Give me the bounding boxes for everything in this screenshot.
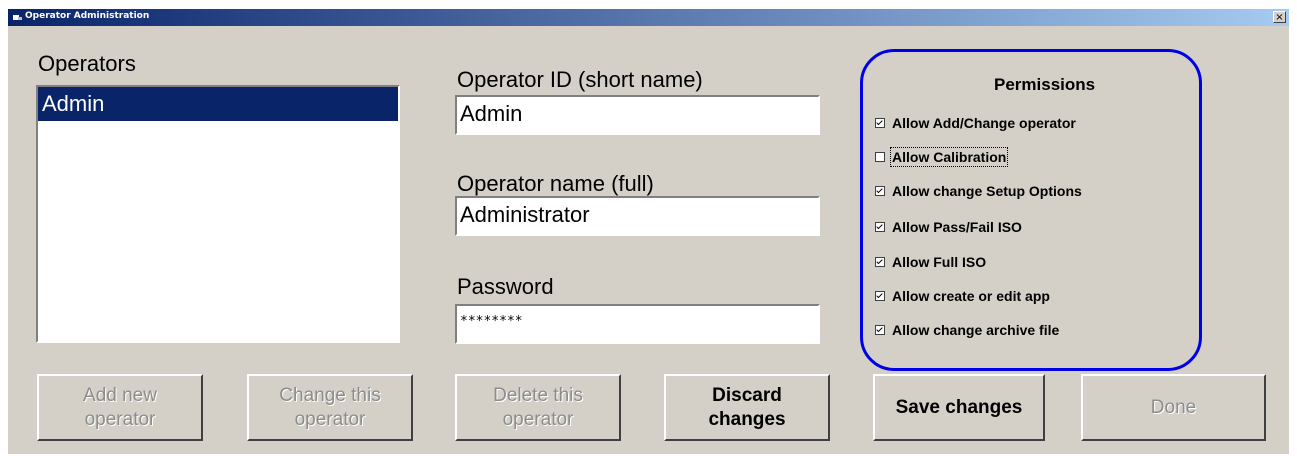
button-label-line2: changes	[708, 408, 786, 430]
operator-id-label: Operator ID (short name)	[457, 67, 703, 92]
checkbox[interactable]	[875, 118, 885, 128]
permission-label: Allow Pass/Fail ISO	[892, 219, 1022, 235]
app-icon	[13, 15, 22, 20]
checkbox[interactable]	[875, 186, 885, 196]
permission-create-edit-app[interactable]: Allow create or edit app	[875, 286, 1050, 306]
password-label: Password	[457, 274, 554, 299]
delete-this-operator-button[interactable]: Delete this operator	[455, 374, 621, 441]
permission-label: Allow change archive file	[892, 322, 1060, 338]
button-label-line2: operator	[294, 408, 366, 430]
operator-name-input[interactable]: Administrator	[455, 196, 820, 236]
add-new-operator-button[interactable]: Add new operator	[37, 374, 203, 441]
permission-full-iso[interactable]: Allow Full ISO	[875, 252, 986, 272]
password-input[interactable]: ********	[455, 304, 820, 344]
title-bar: Operator Administration ×	[8, 9, 1289, 26]
done-button[interactable]: Done	[1081, 374, 1266, 441]
checkbox[interactable]	[875, 291, 885, 301]
permission-add-change-operator[interactable]: Allow Add/Change operator	[875, 113, 1076, 133]
permission-label: Allow Calibration	[889, 147, 1009, 167]
list-item[interactable]: Admin	[38, 87, 398, 121]
close-button[interactable]: ×	[1273, 11, 1286, 23]
change-this-operator-button[interactable]: Change this operator	[247, 374, 413, 441]
checkbox[interactable]	[875, 257, 885, 267]
permission-label: Allow create or edit app	[892, 288, 1050, 304]
button-label-line2: operator	[84, 408, 156, 430]
checkbox[interactable]	[875, 325, 885, 335]
button-label: Save changes	[895, 396, 1023, 418]
operator-name-label: Operator name (full)	[457, 171, 654, 196]
button-label-line1: Add new	[83, 384, 157, 406]
button-label: Done	[1150, 396, 1197, 418]
checkbox[interactable]	[875, 152, 885, 162]
permission-label: Allow Full ISO	[892, 254, 987, 270]
button-label-line1: Change this	[279, 384, 381, 406]
permission-archive-file[interactable]: Allow change archive file	[875, 320, 1059, 340]
permission-pass-fail-iso[interactable]: Allow Pass/Fail ISO	[875, 217, 1022, 237]
permission-calibration[interactable]: Allow Calibration	[875, 147, 1009, 167]
button-label-line1: Delete this	[493, 384, 583, 406]
permission-setup-options[interactable]: Allow change Setup Options	[875, 181, 1082, 201]
close-icon: ×	[1275, 12, 1284, 23]
button-label-line2: operator	[502, 408, 574, 430]
operators-listbox[interactable]: Admin	[36, 85, 400, 343]
permissions-title: Permissions	[994, 75, 1096, 94]
window-title: Operator Administration	[25, 11, 150, 21]
button-label-line1: Discard	[712, 384, 782, 406]
operators-label: Operators	[38, 51, 136, 76]
save-changes-button[interactable]: Save changes	[873, 374, 1045, 441]
operator-admin-window: Operator Administration × Operators Admi…	[8, 9, 1289, 454]
permission-label: Allow change Setup Options	[892, 183, 1082, 199]
operator-id-input[interactable]: Admin	[455, 95, 820, 135]
checkbox[interactable]	[875, 222, 885, 232]
permission-label: Allow Add/Change operator	[892, 115, 1076, 131]
discard-changes-button[interactable]: Discard changes	[664, 374, 830, 441]
